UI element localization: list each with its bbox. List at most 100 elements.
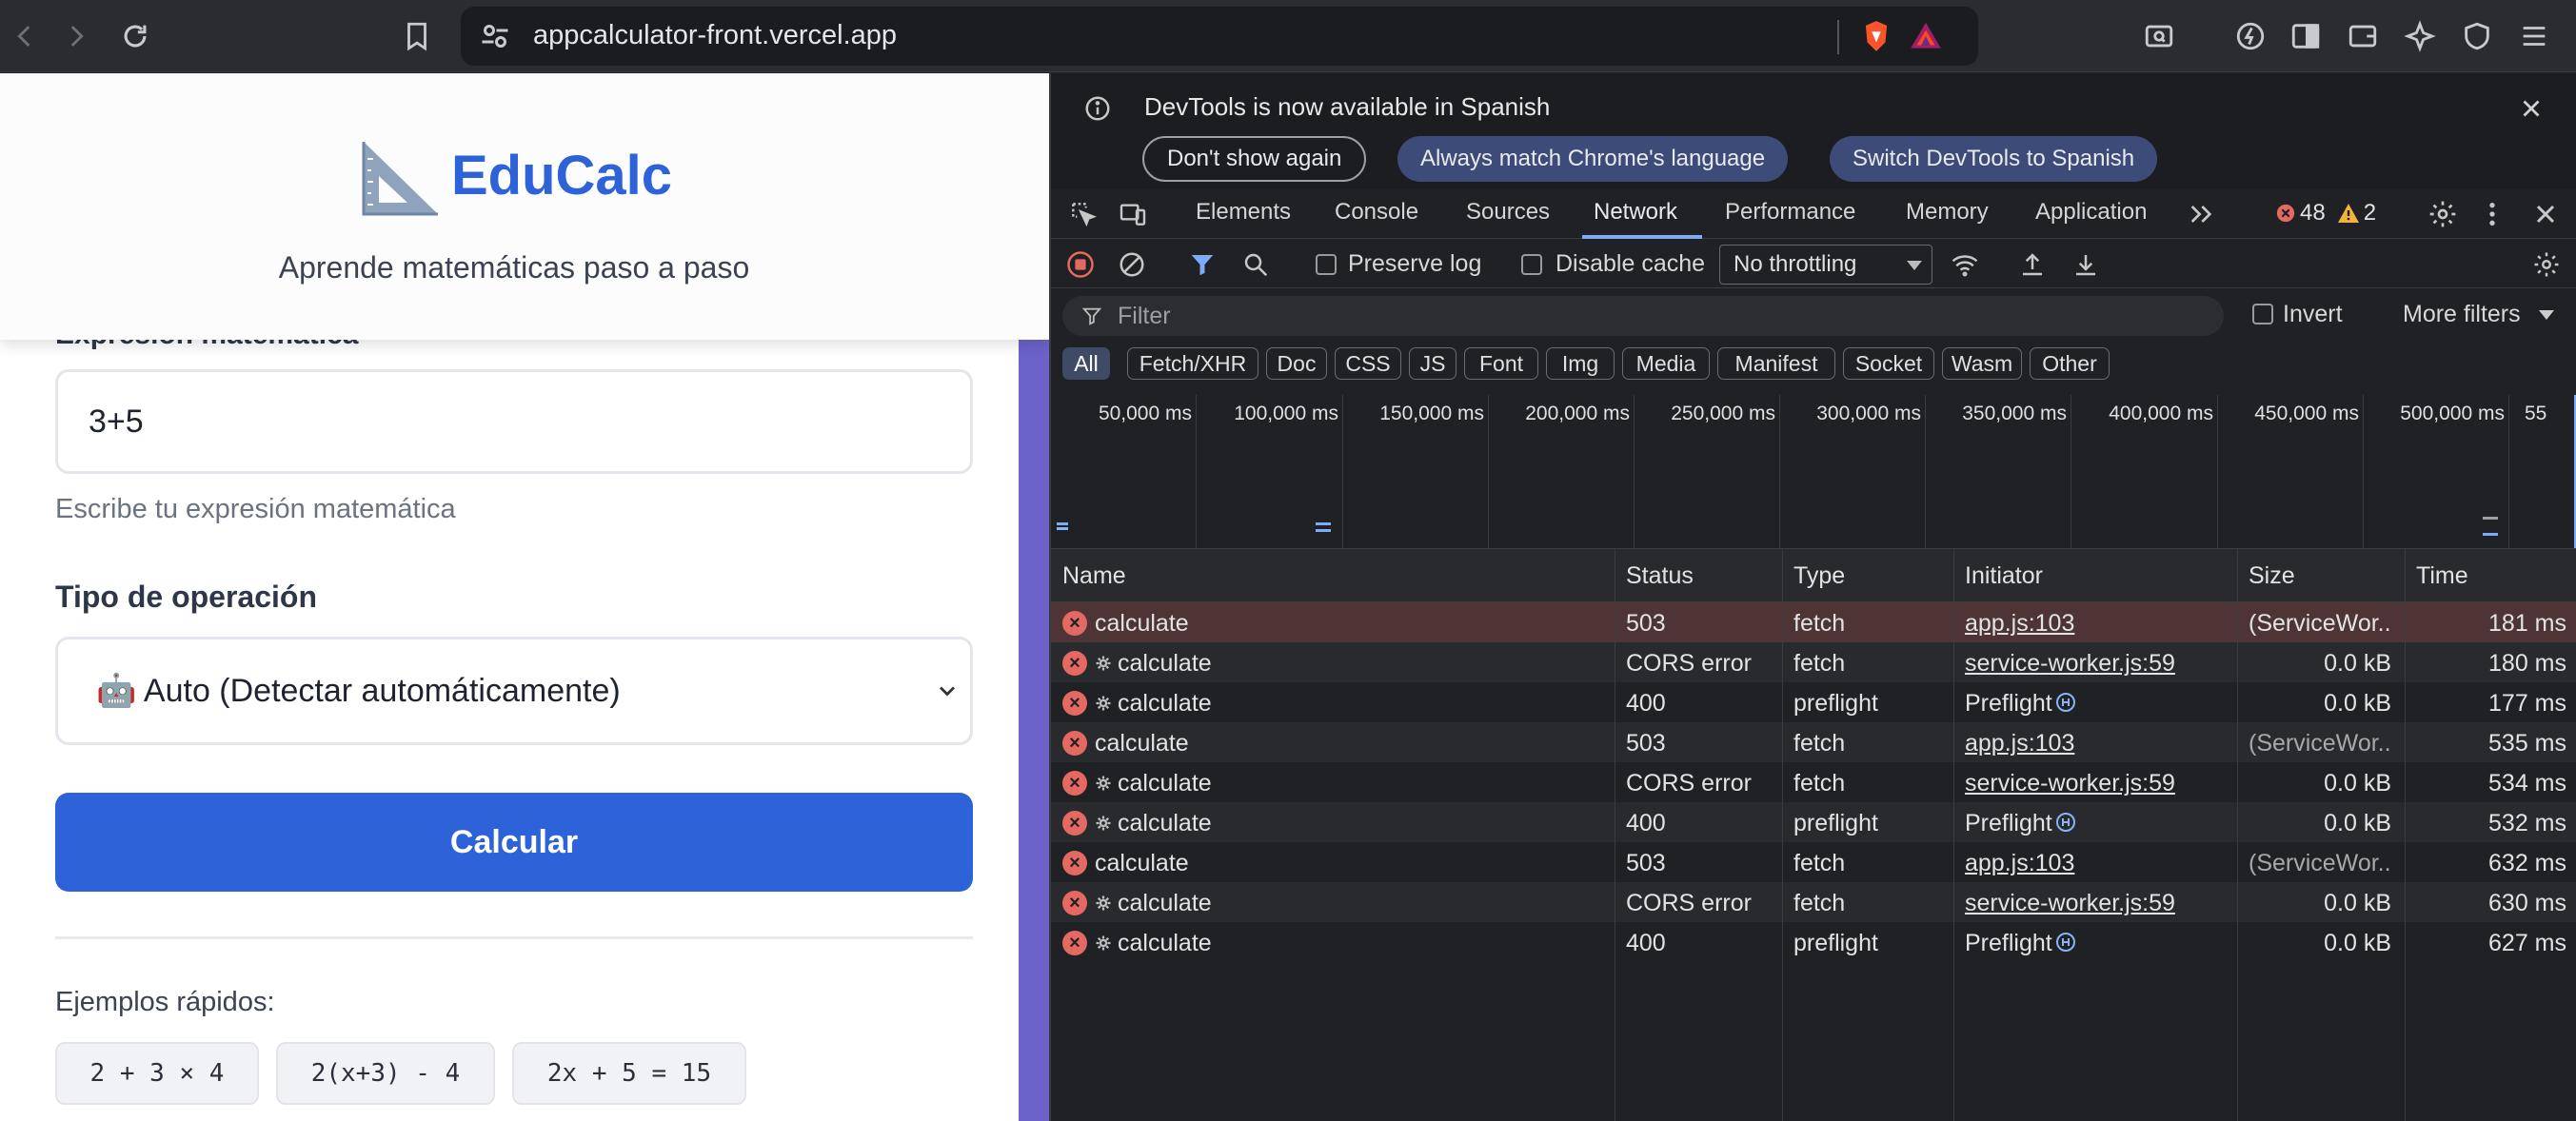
initiator-link[interactable]: service-worker.js:59 — [1965, 890, 2175, 916]
initiator-link[interactable]: service-worker.js:59 — [1965, 650, 2175, 677]
table-row[interactable]: × calculate 400 preflight Preflight 0.0 kB 627… — [1051, 922, 2576, 962]
clear-icon[interactable] — [1118, 250, 1146, 279]
request-initiator-cell[interactable]: service-worker.js:59 — [1965, 770, 2175, 797]
request-name-cell[interactable]: calculate — [1095, 810, 1212, 837]
reader-mode-button[interactable] — [2136, 13, 2182, 59]
more-tabs-icon[interactable] — [2186, 199, 2216, 229]
type-filter-doc[interactable]: Doc — [1266, 347, 1327, 380]
url-text[interactable]: appcalculator-front.vercel.app — [533, 20, 897, 51]
type-filter-fetch-xhr[interactable]: Fetch/XHR — [1127, 347, 1258, 380]
column-header-size[interactable]: Size — [2249, 562, 2295, 590]
preflight-link-icon[interactable] — [2054, 811, 2077, 834]
request-initiator-cell[interactable]: app.js:103 — [1965, 730, 2074, 757]
request-name-cell[interactable]: calculate — [1095, 730, 1189, 757]
filter-funnel-icon[interactable] — [1188, 250, 1217, 279]
vpn-button[interactable] — [2454, 13, 2500, 59]
network-conditions-icon[interactable] — [1950, 250, 1980, 279]
table-row[interactable]: × calculate 400 preflight Preflight 0.0 kB 177… — [1051, 682, 2576, 722]
type-filter-js[interactable]: JS — [1409, 347, 1456, 380]
device-toolbar-icon[interactable] — [1118, 199, 1148, 229]
request-name-cell[interactable]: calculate — [1095, 610, 1189, 638]
type-filter-font[interactable]: Font — [1464, 347, 1538, 380]
operation-type-select[interactable]: 🤖 Auto (Detectar automáticamente) — [55, 637, 973, 745]
type-filter-other[interactable]: Other — [2030, 347, 2110, 380]
example-chip[interactable]: 2 + 3 × 4 — [55, 1042, 259, 1105]
switch-to-spanish-button[interactable]: Switch DevTools to Spanish — [1830, 136, 2158, 182]
table-row[interactable]: × calculate 503 fetch app.js:103 (ServiceWor.… — [1051, 842, 2576, 882]
kebab-menu-icon[interactable] — [2477, 199, 2507, 229]
expression-input[interactable]: 3+5 — [55, 369, 973, 474]
request-name-cell[interactable]: calculate — [1095, 890, 1212, 917]
preflight-link-icon[interactable] — [2054, 931, 2077, 954]
reload-button[interactable] — [112, 13, 158, 59]
initiator-link[interactable]: service-worker.js:59 — [1965, 770, 2175, 796]
table-row[interactable]: × calculate CORS error fetch service-worker.… — [1051, 882, 2576, 922]
address-bar[interactable]: appcalculator-front.vercel.app — [461, 7, 1978, 66]
column-header-name[interactable]: Name — [1062, 562, 1126, 590]
column-header-initiator[interactable]: Initiator — [1965, 562, 2043, 590]
initiator-link[interactable]: app.js:103 — [1965, 730, 2074, 757]
match-chrome-language-button[interactable]: Always match Chrome's language — [1397, 136, 1789, 182]
error-counter[interactable]: 48 2 — [2275, 200, 2376, 226]
close-devtools-icon[interactable] — [2530, 199, 2561, 229]
wallet-button[interactable] — [2340, 13, 2386, 59]
bookmark-button[interactable] — [394, 13, 440, 59]
column-header-type[interactable]: Type — [1793, 562, 1845, 590]
site-settings-icon[interactable] — [478, 19, 512, 53]
tab-memory[interactable]: Memory — [1906, 199, 1989, 226]
tab-console[interactable]: Console — [1335, 199, 1418, 226]
forward-button[interactable] — [53, 13, 99, 59]
tab-sources[interactable]: Sources — [1466, 199, 1550, 226]
back-button[interactable] — [2, 13, 48, 59]
tab-elements[interactable]: Elements — [1196, 199, 1291, 226]
column-header-status[interactable]: Status — [1626, 562, 1694, 590]
filter-input[interactable]: Filter — [1062, 296, 2224, 336]
request-name-cell[interactable]: calculate — [1095, 930, 1212, 957]
column-header-time[interactable]: Time — [2416, 562, 2468, 590]
tab-network[interactable]: Network — [1594, 199, 1677, 226]
initiator-link[interactable]: app.js:103 — [1965, 850, 2074, 876]
request-initiator-cell[interactable]: app.js:103 — [1965, 610, 2074, 638]
request-name-cell[interactable]: calculate — [1095, 770, 1212, 797]
request-initiator-cell[interactable]: service-worker.js:59 — [1965, 650, 2175, 678]
preserve-log-checkbox[interactable] — [1316, 254, 1337, 275]
settings-gear-icon[interactable] — [2427, 199, 2458, 229]
type-filter-media[interactable]: Media — [1622, 347, 1710, 380]
tab-performance[interactable]: Performance — [1725, 199, 1855, 226]
export-har-icon[interactable] — [2071, 250, 2100, 279]
request-initiator-cell[interactable]: app.js:103 — [1965, 850, 2074, 877]
disable-cache-checkbox[interactable] — [1521, 254, 1542, 275]
ai-button[interactable] — [2397, 13, 2443, 59]
leo-button[interactable] — [2228, 13, 2273, 59]
initiator-link[interactable]: app.js:103 — [1965, 610, 2074, 637]
request-initiator-cell[interactable]: service-worker.js:59 — [1965, 890, 2175, 917]
type-filter-all[interactable]: All — [1062, 347, 1110, 380]
table-row[interactable]: × calculate 503 fetch app.js:103 (ServiceWor.… — [1051, 722, 2576, 762]
preflight-link-icon[interactable] — [2054, 691, 2077, 714]
type-filter-img[interactable]: Img — [1546, 347, 1615, 380]
inspect-element-icon[interactable] — [1068, 199, 1099, 229]
sidebar-button[interactable] — [2283, 13, 2328, 59]
throttling-select[interactable]: No throttling — [1719, 245, 1932, 285]
request-name-cell[interactable]: calculate — [1095, 690, 1212, 718]
type-filter-css[interactable]: CSS — [1335, 347, 1401, 380]
calculate-button[interactable]: Calcular — [55, 793, 973, 892]
tab-application[interactable]: Application — [2035, 199, 2147, 226]
dont-show-again-button[interactable]: Don't show again — [1142, 136, 1367, 182]
table-row[interactable]: × calculate CORS error fetch service-worker.… — [1051, 762, 2576, 802]
type-filter-manifest[interactable]: Manifest — [1717, 347, 1835, 380]
record-stop-icon[interactable] — [1066, 250, 1095, 279]
more-filters-dropdown[interactable]: More filters — [2403, 301, 2554, 328]
type-filter-wasm[interactable]: Wasm — [1942, 347, 2022, 380]
brave-rewards-icon[interactable] — [1908, 18, 1944, 54]
import-har-icon[interactable] — [2018, 250, 2047, 279]
type-filter-socket[interactable]: Socket — [1843, 347, 1934, 380]
invert-checkbox[interactable] — [2252, 304, 2273, 324]
brave-shields-icon[interactable] — [1858, 18, 1894, 54]
request-name-cell[interactable]: calculate — [1095, 650, 1212, 678]
network-settings-icon[interactable] — [2532, 250, 2561, 279]
table-row[interactable]: × calculate CORS error fetch service-worker.… — [1051, 642, 2576, 682]
table-row[interactable]: × calculate 400 preflight Preflight 0.0 kB 532… — [1051, 802, 2576, 842]
request-name-cell[interactable]: calculate — [1095, 850, 1189, 877]
menu-button[interactable] — [2511, 13, 2557, 59]
